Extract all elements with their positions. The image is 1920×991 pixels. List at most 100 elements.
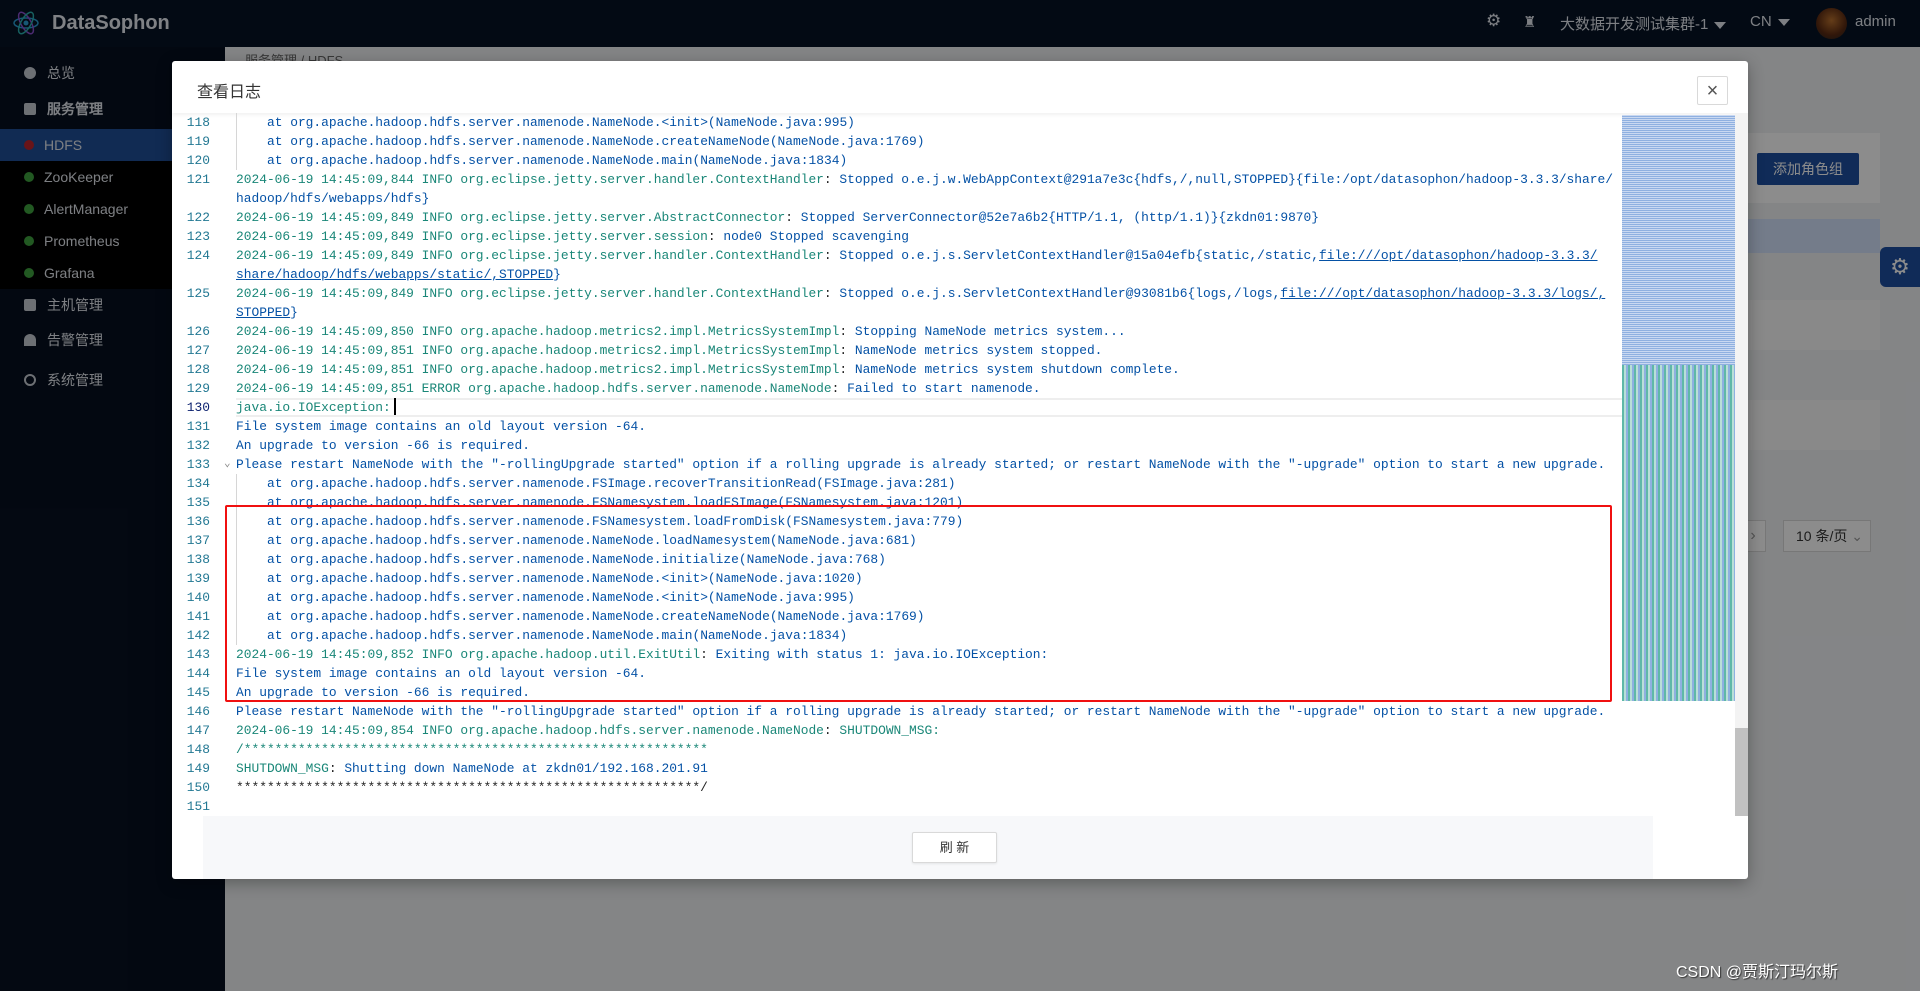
line-number: 129 (186, 381, 210, 396)
log-segment: : (839, 362, 855, 377)
scrollbar-thumb[interactable] (1735, 728, 1748, 816)
log-line: 146 Please restart NameNode with the "-ro… (172, 702, 1748, 721)
log-text: 2024-06-19 14:45:09,854 INFO org.apache.… (236, 721, 940, 740)
line-number: 127 (186, 343, 210, 358)
log-segment: : (785, 210, 801, 225)
line-number: 134 (186, 476, 210, 491)
log-line: 120 at org.apache.hadoop.hdfs.server.name… (172, 151, 1748, 170)
log-line: 122 2024-06-19 14:45:09,849 INFO org.ecli… (172, 208, 1748, 227)
log-segment: } (553, 267, 561, 282)
log-segment: Please restart NameNode with the "-rolli… (236, 704, 1606, 719)
log-line: 130 java.io.IOException: (172, 398, 1748, 417)
log-segment: 2024-06-19 14:45:09,849 INFO org.eclipse… (236, 248, 824, 263)
log-text: 2024-06-19 14:45:09,844 INFO org.eclipse… (236, 170, 1613, 208)
log-segment: SHUTDOWN_MSG (236, 761, 329, 776)
log-line: 150 *************************************… (172, 778, 1748, 797)
line-number: 125 (186, 286, 210, 301)
line-number: 131 (186, 419, 210, 434)
log-segment: at org.apache.hadoop.hdfs.server.namenod… (267, 153, 848, 168)
line-number: 119 (186, 134, 210, 149)
line-number: 118 (186, 115, 210, 130)
log-line: 119 at org.apache.hadoop.hdfs.server.name… (172, 132, 1748, 151)
fold-chevron-icon[interactable]: ⌄ (224, 455, 231, 474)
log-segment: : (823, 723, 840, 738)
file-link[interactable]: file:///opt/datasophon/hadoop-3.3.3/ (1319, 248, 1597, 263)
log-segment: Shutting down NameNode at zkdn01/192.168… (344, 761, 708, 776)
log-segment: 2024-06-19 14:45:09,849 INFO org.eclipse… (236, 286, 824, 301)
file-link[interactable]: STOPPED (236, 305, 290, 320)
log-segment: File system image contains an old layout… (236, 419, 646, 434)
log-segment: Stopped o.e.j.w.WebAppContext@291a7e3c{h… (839, 172, 1613, 187)
text-cursor (393, 398, 396, 415)
log-text: 2024-06-19 14:45:09,851 INFO org.apache.… (236, 360, 1180, 379)
line-number: 149 (186, 761, 210, 776)
line-number: 148 (186, 742, 210, 757)
indent-guide (236, 474, 237, 493)
log-line: 129 2024-06-19 14:45:09,851 ERROR org.apa… (172, 379, 1748, 398)
log-segment: : (328, 761, 345, 776)
log-segment: 2024-06-19 14:45:09,844 INFO org.eclipse… (236, 172, 824, 187)
log-line: 147 2024-06-19 14:45:09,854 INFO org.apac… (172, 721, 1748, 740)
log-segment: NameNode metrics system stopped. (854, 343, 1103, 358)
log-text: 2024-06-19 14:45:09,849 INFO org.eclipse… (236, 284, 1605, 322)
log-text: at org.apache.hadoop.hdfs.server.namenod… (236, 113, 855, 132)
log-segment: Please restart NameNode with the "-rolli… (236, 457, 1606, 472)
log-segment: java.io.IOException: (236, 400, 391, 415)
line-number: 120 (186, 153, 210, 168)
line-number: 150 (186, 780, 210, 795)
highlight-box (225, 505, 1612, 702)
line-number: 126 (186, 324, 210, 339)
log-text: java.io.IOException: (236, 398, 396, 417)
log-segment: NameNode metrics system shutdown complet… (854, 362, 1180, 377)
log-segment: : (831, 381, 848, 396)
log-segment: : (823, 172, 840, 187)
log-segment: Stopped o.e.j.s.ServletContextHandler@15… (839, 248, 1320, 263)
log-segment: node0 Stopped scavenging (723, 229, 910, 244)
file-link[interactable]: file:///opt/datasophon/hadoop-3.3.3/logs… (1280, 286, 1605, 301)
log-segment: } (290, 305, 298, 320)
log-segment: SHUTDOWN_MSG: (839, 723, 940, 738)
log-line: 127 2024-06-19 14:45:09,851 INFO org.apac… (172, 341, 1748, 360)
log-line: 124 2024-06-19 14:45:09,849 INFO org.ecli… (172, 246, 1748, 284)
log-segment: at org.apache.hadoop.hdfs.server.namenod… (267, 115, 855, 130)
log-segment: Failed to start namenode. (847, 381, 1041, 396)
line-number: 128 (186, 362, 210, 377)
log-text: File system image contains an old layout… (236, 417, 646, 436)
line-number: 146 (186, 704, 210, 719)
log-line: 132 An upgrade to version -66 is required… (172, 436, 1748, 455)
log-text: 2024-06-19 14:45:09,851 ERROR org.apache… (236, 379, 1041, 398)
log-segment: : (707, 229, 724, 244)
current-line-highlight (236, 398, 1622, 417)
log-text: /***************************************… (236, 740, 708, 759)
log-line: 151 (172, 797, 1748, 816)
line-number: 147 (186, 723, 210, 738)
log-text: Please restart NameNode with the "-rolli… (236, 455, 1605, 474)
log-segment: 2024-06-19 14:45:09,851 INFO org.apache.… (236, 362, 840, 377)
log-segment: An upgrade to version -66 is required. (236, 438, 530, 453)
log-line: 121 2024-06-19 14:45:09,844 INFO org.ecli… (172, 170, 1748, 208)
close-button[interactable]: × (1697, 76, 1728, 105)
scrollbar-track[interactable] (1735, 113, 1748, 816)
indent-guide (236, 151, 237, 170)
log-text: at org.apache.hadoop.hdfs.server.namenod… (236, 132, 925, 151)
log-editor[interactable]: 118 at org.apache.hadoop.hdfs.server.name… (172, 113, 1748, 816)
log-line: 128 2024-06-19 14:45:09,851 INFO org.apac… (172, 360, 1748, 379)
log-text: 2024-06-19 14:45:09,850 INFO org.apache.… (236, 322, 1126, 341)
log-segment: ****************************************… (236, 780, 708, 795)
file-link[interactable]: share/hadoop/hdfs/webapps/static/,STOPPE… (236, 267, 553, 282)
refresh-button[interactable]: 刷 新 (912, 832, 997, 863)
log-segment: 2024-06-19 14:45:09,849 INFO org.eclipse… (236, 229, 708, 244)
log-line: 133 ⌄ Please restart NameNode with the "-r… (172, 455, 1748, 474)
log-segment: : (839, 324, 855, 339)
log-text: 2024-06-19 14:45:09,849 INFO org.eclipse… (236, 208, 1319, 227)
log-segment: Stopping NameNode metrics system... (854, 324, 1126, 339)
log-segment: Stopped o.e.j.s.ServletContextHandler@93… (839, 286, 1281, 301)
line-number: 151 (186, 799, 210, 814)
log-line: 125 2024-06-19 14:45:09,849 INFO org.ecli… (172, 284, 1748, 322)
log-segment: at org.apache.hadoop.hdfs.server.namenod… (267, 134, 925, 149)
line-number: 121 (186, 172, 210, 187)
log-line: 134 at org.apache.hadoop.hdfs.server.name… (172, 474, 1748, 493)
log-segment: 2024-06-19 14:45:09,849 INFO org.eclipse… (236, 210, 786, 225)
log-line: 149 SHUTDOWN_MSG: Shutting down NameNode … (172, 759, 1748, 778)
